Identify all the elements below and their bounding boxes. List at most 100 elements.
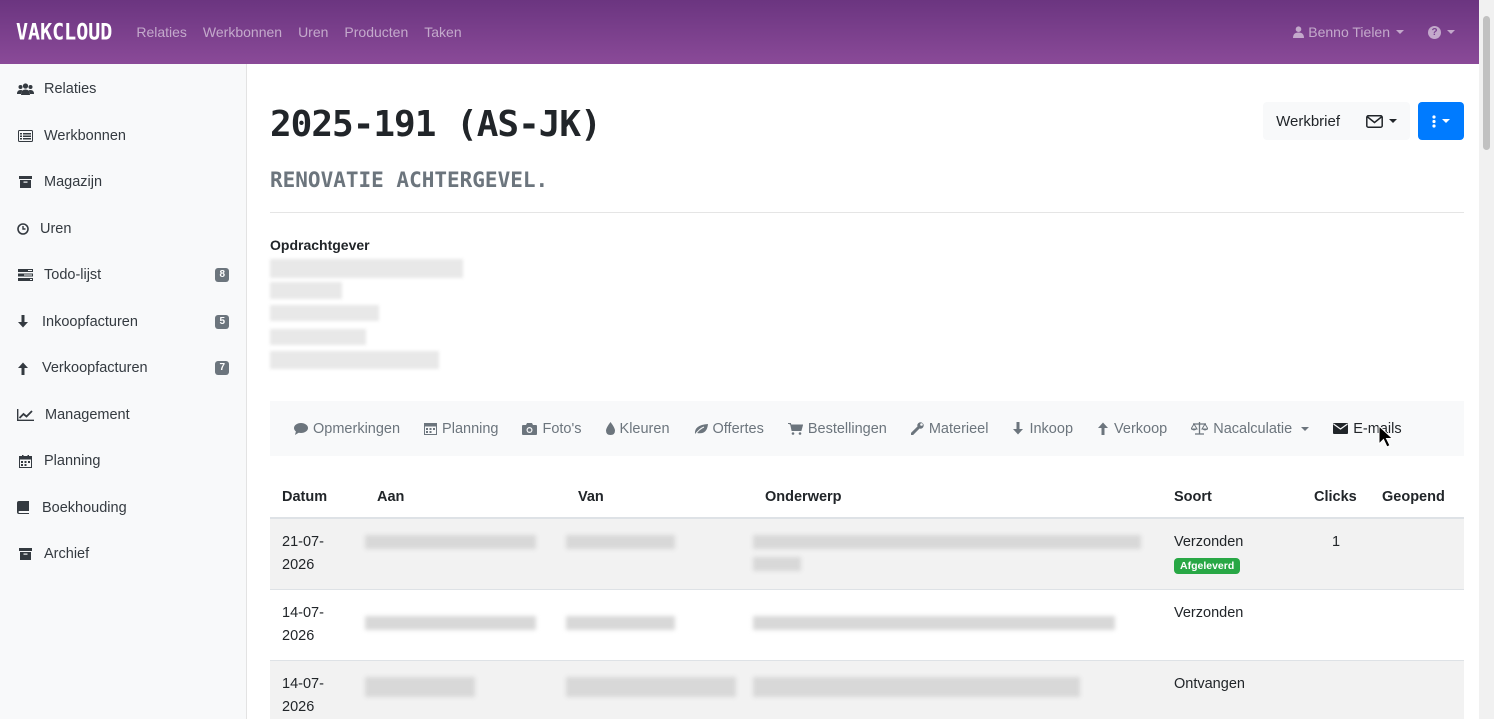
col-van[interactable]: Van <box>566 476 753 519</box>
sidebar-item-uren[interactable]: Uren <box>0 206 246 253</box>
cell-onderwerp-redacted <box>753 589 1162 661</box>
camera-icon <box>522 422 538 435</box>
cell-van-redacted <box>566 660 753 719</box>
cell-van-redacted <box>566 589 753 661</box>
cell-datum: 14-07-2026 <box>270 589 365 661</box>
tab-label: Kleuren <box>619 420 670 437</box>
cell-datum: 14-07-2026 <box>270 660 365 719</box>
archive-icon <box>16 176 34 189</box>
col-soort[interactable]: Soort <box>1162 476 1302 519</box>
soort-value: Verzonden <box>1174 534 1244 550</box>
tab-offertes[interactable]: Offertes <box>694 421 764 437</box>
sidebar-item-relaties[interactable]: Relaties <box>0 66 246 113</box>
tab-label: Bestellingen <box>807 420 887 437</box>
chevron-down-icon <box>1447 30 1455 34</box>
emails-table: Datum Aan Van Onderwerp Soort Clicks Geo… <box>270 476 1464 719</box>
sidebar-item-label: Relaties <box>44 81 97 98</box>
tab-opmerkingen[interactable]: Opmerkingen <box>294 421 400 437</box>
client-line-redacted <box>270 305 379 321</box>
tab-nacalculatie[interactable]: Nacalculatie <box>1191 420 1310 437</box>
chevron-down-icon <box>1396 30 1404 34</box>
delivered-badge: Afgeleverd <box>1174 558 1241 574</box>
inkoop-count-badge: 5 <box>215 314 229 329</box>
tab-fotos[interactable]: Foto's <box>522 420 582 437</box>
calendar-icon <box>16 454 34 468</box>
col-geopend[interactable]: Geopend <box>1370 476 1464 519</box>
table-row[interactable]: 14-07-2026 Verzonden <box>270 589 1464 661</box>
cell-geopend <box>1370 517 1464 590</box>
nav-link-werkbonnen[interactable]: Werkbonnen <box>203 24 282 40</box>
scrollbar-thumb[interactable] <box>1483 16 1490 150</box>
user-menu[interactable]: Benno Tielen <box>1293 24 1404 40</box>
sidebar-item-label: Planning <box>44 453 101 470</box>
tab-label: Offertes <box>712 420 764 437</box>
todo-count-badge: 8 <box>215 268 229 283</box>
cell-clicks: 1 <box>1302 517 1370 590</box>
envelope-icon <box>1366 114 1383 128</box>
nav-link-producten[interactable]: Producten <box>344 24 408 40</box>
col-aan[interactable]: Aan <box>365 476 566 519</box>
soort-value: Verzonden <box>1174 605 1244 621</box>
list-alt-icon <box>16 129 34 142</box>
tab-bestellingen[interactable]: Bestellingen <box>787 420 887 437</box>
tab-label: Foto's <box>542 420 582 437</box>
sidebar-item-management[interactable]: Management <box>0 392 246 439</box>
client-line-redacted <box>270 351 439 369</box>
client-label: Opdrachtgever <box>270 237 370 253</box>
tab-kleuren[interactable]: Kleuren <box>605 420 670 437</box>
sidebar-item-planning[interactable]: Planning <box>0 438 246 485</box>
tint-icon <box>605 422 615 435</box>
sidebar-item-label: Inkoopfacturen <box>42 313 138 330</box>
sidebar-item-werkbonnen[interactable]: Werkbonnen <box>0 113 246 160</box>
col-datum[interactable]: Datum <box>270 476 365 519</box>
sidebar-item-inkoopfacturen[interactable]: Inkoopfacturen 5 <box>0 299 246 346</box>
users-icon <box>16 83 34 96</box>
col-clicks[interactable]: Clicks <box>1302 476 1370 519</box>
sidebar-item-label: Verkoopfacturen <box>42 360 148 377</box>
sidebar-item-label: Archief <box>44 546 90 563</box>
comment-icon <box>294 422 308 435</box>
divider <box>270 212 1464 213</box>
nav-link-relaties[interactable]: Relaties <box>136 24 187 40</box>
cell-van-redacted <box>566 517 753 590</box>
clock-icon <box>16 222 30 235</box>
table-row[interactable]: 14-07-2026 Ontvangen <box>270 660 1464 719</box>
nav-link-uren[interactable]: Uren <box>298 24 328 40</box>
nav-right: Benno Tielen ? <box>1293 24 1463 40</box>
col-onderwerp[interactable]: Onderwerp <box>753 476 1162 519</box>
werkbrief-button[interactable]: Werkbrief <box>1263 102 1353 140</box>
page-subtitle: RENOVATIE ACHTERGEVEL. <box>270 168 549 192</box>
sidebar-item-todo-lijst[interactable]: Todo-lijst 8 <box>0 252 246 299</box>
help-menu[interactable]: ? <box>1428 25 1455 39</box>
calendar-icon <box>424 423 438 435</box>
sidebar-item-verkoopfacturen[interactable]: Verkoopfacturen 7 <box>0 345 246 392</box>
cell-soort: Verzonden <box>1162 589 1302 661</box>
cell-geopend <box>1370 589 1464 661</box>
datum-value: 14-07-2026 <box>282 676 324 715</box>
brand-logo[interactable]: VAKCLOUD <box>16 19 112 45</box>
tab-label: Nacalculatie <box>1213 420 1293 437</box>
tab-label: Inkoop <box>1029 420 1074 437</box>
arrow-up-icon <box>16 362 30 375</box>
sidebar-item-archief[interactable]: Archief <box>0 531 246 578</box>
nav-link-taken[interactable]: Taken <box>424 24 461 40</box>
email-dropdown-button[interactable] <box>1353 102 1410 140</box>
tab-planning[interactable]: Planning <box>424 421 498 437</box>
werkbrief-label: Werkbrief <box>1276 112 1340 130</box>
cell-geopend <box>1370 660 1464 719</box>
chevron-down-icon <box>1442 119 1450 123</box>
tab-verkoop[interactable]: Verkoop <box>1097 421 1167 437</box>
tab-materieel[interactable]: Materieel <box>910 421 988 437</box>
cell-clicks <box>1302 589 1370 661</box>
page-title: 2025-191 (AS-JK) <box>270 104 602 145</box>
client-name-redacted <box>270 259 463 278</box>
page-scrollbar[interactable] <box>1479 0 1494 719</box>
more-actions-button[interactable] <box>1418 102 1464 140</box>
verkoop-count-badge: 7 <box>215 361 229 376</box>
sidebar-item-magazijn[interactable]: Magazijn <box>0 159 246 206</box>
table-row[interactable]: 21-07-2026 Verzonden Afgeleverd 1 <box>270 517 1464 590</box>
cell-clicks <box>1302 660 1370 719</box>
line-chart-icon <box>16 408 34 421</box>
sidebar-item-boekhouding[interactable]: Boekhouding <box>0 485 246 532</box>
tab-inkoop[interactable]: Inkoop <box>1012 421 1073 437</box>
